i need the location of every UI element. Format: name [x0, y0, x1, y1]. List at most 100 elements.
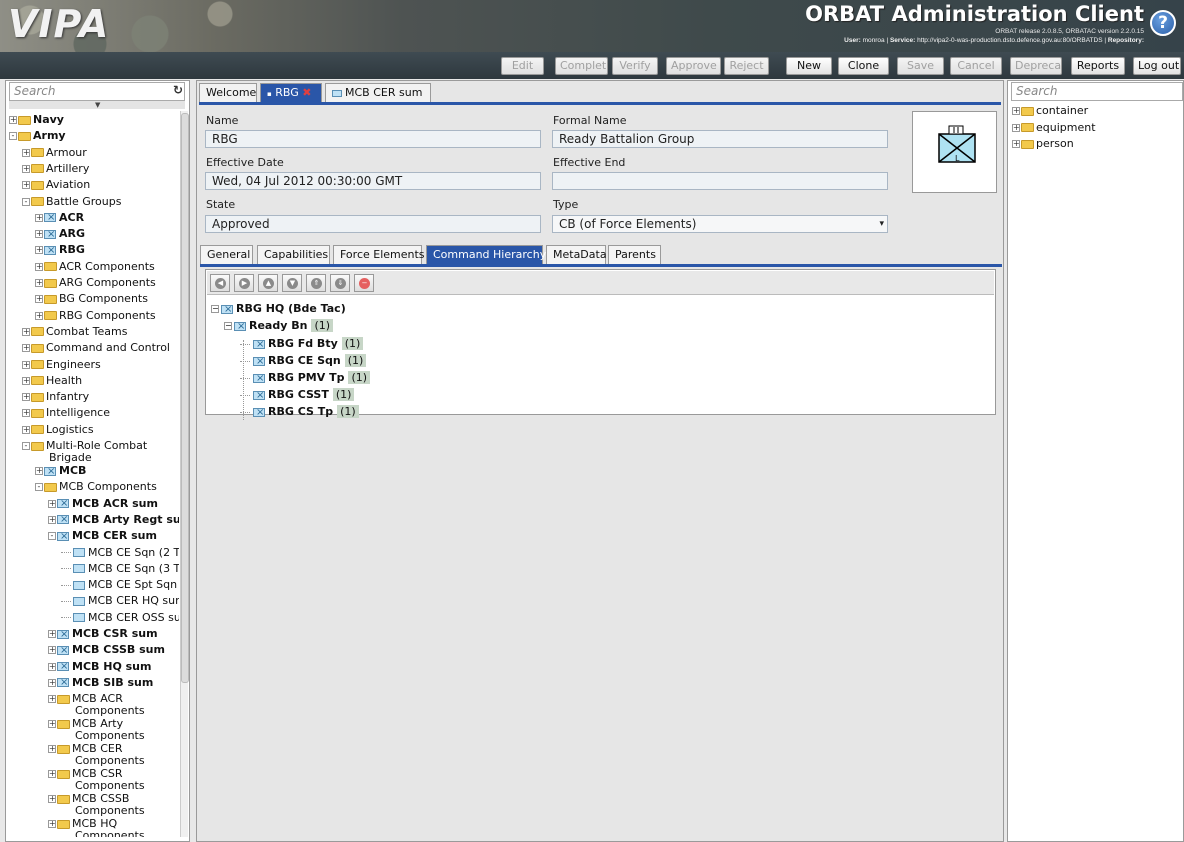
clone-button[interactable]: Clone	[838, 57, 889, 75]
expand-icon[interactable]: +	[22, 409, 30, 418]
tab-force-elements[interactable]: Force Elements	[333, 245, 425, 265]
expand-icon[interactable]: +	[22, 148, 30, 157]
reject-button[interactable]: Reject	[724, 57, 769, 75]
tab-metadata[interactable]: MetaData	[546, 245, 607, 265]
tab-command-hierarchy[interactable]: Command Hierarchy	[426, 245, 546, 265]
new-button[interactable]: New	[786, 57, 832, 75]
tree-node[interactable]: + ACR	[35, 210, 84, 226]
state-field[interactable]: Approved	[205, 215, 541, 233]
tree-node[interactable]: - MCB Components	[35, 479, 157, 495]
collapse-icon[interactable]: -	[9, 132, 17, 141]
expand-icon[interactable]: +	[48, 646, 56, 655]
tree-node[interactable]: + MCB CSSB sum	[48, 642, 165, 659]
expand-icon[interactable]: +	[48, 678, 56, 687]
expand-icon[interactable]: +	[9, 116, 17, 124]
tree-node[interactable]: + RBG Components	[35, 308, 156, 324]
tree-node[interactable]: + Intelligence	[22, 405, 110, 421]
left-scrollbar-thumb[interactable]	[181, 113, 189, 683]
tree-node[interactable]: + Command and Control	[22, 340, 170, 356]
tree-node[interactable]: + Navy	[9, 112, 64, 128]
refresh-icon[interactable]: ↻	[173, 83, 183, 97]
tree-node[interactable]: + Armour	[22, 145, 87, 161]
collapse-icon[interactable]: -	[22, 442, 30, 450]
edit-button[interactable]: Edit	[501, 57, 544, 75]
tree-node[interactable]: + ARG Components	[35, 275, 156, 291]
expand-icon[interactable]: +	[22, 393, 30, 402]
collapse-icon[interactable]: −	[211, 305, 219, 313]
help-icon[interactable]: ?	[1150, 10, 1176, 36]
formal-name-field[interactable]: Ready Battalion Group	[552, 130, 888, 148]
tab-capabilities[interactable]: Capabilities	[257, 245, 330, 265]
expand-icon[interactable]: +	[22, 181, 30, 190]
expand-icon[interactable]: +	[22, 327, 30, 336]
expand-icon[interactable]: +	[22, 164, 30, 173]
tree-node[interactable]: + Combat Teams	[22, 324, 127, 340]
right-search-input[interactable]: Search	[1011, 82, 1183, 101]
expand-icon[interactable]: +	[48, 695, 56, 704]
tree-node[interactable]: + ACR Components	[35, 259, 155, 275]
save-button[interactable]: Save	[897, 57, 944, 75]
library-node[interactable]: + equipment	[1012, 120, 1182, 137]
approve-button[interactable]: Approve	[666, 57, 721, 75]
expand-icon[interactable]: +	[22, 425, 30, 434]
tree-node[interactable]: + Logistics	[22, 422, 94, 438]
hierarchy-node[interactable]: − Ready Bn(1)	[224, 318, 334, 335]
collapse-icon[interactable]: -	[22, 197, 30, 206]
tree-node[interactable]: - MCB CER sum	[48, 528, 157, 545]
tree-node[interactable]: + Health	[22, 373, 82, 389]
library-node[interactable]: + container	[1012, 103, 1182, 120]
hierarchy-node[interactable]: RBG CS Tp(1)	[240, 404, 359, 421]
cancel-button[interactable]: Cancel	[950, 57, 1002, 75]
tree-node[interactable]: + Engineers	[22, 357, 101, 373]
tree-node[interactable]: MCB CE Sqn (2 T	[61, 545, 179, 561]
expand-icon[interactable]: +	[1012, 107, 1020, 115]
expand-icon[interactable]: +	[48, 795, 56, 804]
tree-node[interactable]: MCB CER HQ sun	[61, 593, 179, 609]
tree-node[interactable]: + ARG	[35, 226, 85, 243]
tree-node[interactable]: + MCB	[35, 463, 86, 480]
expand-icon[interactable]: +	[35, 311, 43, 320]
expand-icon[interactable]: +	[35, 295, 43, 304]
library-node[interactable]: + person	[1012, 136, 1182, 153]
move-bottom-button[interactable]: ⇓	[330, 274, 350, 292]
type-select[interactable]: CB (of Force Elements) ▾	[552, 215, 888, 233]
expand-icon[interactable]: +	[48, 720, 56, 729]
expand-icon[interactable]: +	[22, 344, 30, 353]
tab-welcome[interactable]: Welcome	[199, 83, 257, 103]
tree-node[interactable]: - Army	[9, 128, 66, 144]
expand-icon[interactable]: +	[1012, 123, 1020, 132]
expand-icon[interactable]: +	[35, 213, 43, 222]
tree-node[interactable]: + MCB CSR sum	[48, 626, 158, 643]
logout-button[interactable]: Log out	[1133, 57, 1181, 75]
tree-node[interactable]: + Aviation	[22, 177, 90, 193]
tree-node[interactable]: + Artillery	[22, 161, 89, 177]
tree-node[interactable]: + RBG	[35, 242, 85, 259]
expand-icon[interactable]: +	[48, 499, 56, 508]
close-icon[interactable]: ✖	[302, 86, 311, 99]
expand-icon[interactable]: +	[35, 279, 43, 287]
tree-node[interactable]: + BG Components	[35, 291, 148, 307]
expand-icon[interactable]: +	[35, 230, 43, 239]
move-top-button[interactable]: ⇑	[306, 274, 326, 292]
verify-button[interactable]: Verify	[612, 57, 658, 75]
expand-icon[interactable]: +	[22, 376, 30, 385]
expand-icon[interactable]: +	[48, 515, 56, 524]
move-down-button[interactable]: ▼	[282, 274, 302, 292]
collapse-icon[interactable]: -	[35, 483, 43, 492]
tree-node[interactable]: + MCB Arty Regt sum	[48, 512, 179, 528]
tree-node[interactable]: MCB CER OSS su	[61, 610, 179, 626]
expand-icon[interactable]: +	[48, 745, 56, 754]
tree-node[interactable]: + MCB ACR sum	[48, 496, 158, 512]
expand-icon[interactable]: +	[35, 467, 43, 475]
hierarchy-node[interactable]: − RBG HQ (Bde Tac)	[211, 301, 346, 318]
hierarchy-node[interactable]: RBG PMV Tp(1)	[240, 370, 371, 387]
tree-node[interactable]: + MCB SIB sum	[48, 675, 153, 691]
reports-button[interactable]: Reports	[1071, 57, 1125, 75]
tab-mcb-cer-sum[interactable]: MCB CER sum	[325, 83, 431, 103]
expand-icon[interactable]: +	[35, 246, 43, 255]
hierarchy-node[interactable]: RBG CE Sqn(1)	[240, 353, 367, 370]
expand-icon[interactable]: +	[35, 262, 43, 271]
tab-parents[interactable]: Parents	[608, 245, 661, 265]
expand-icon[interactable]: +	[1012, 140, 1020, 148]
tree-node[interactable]: MCB CE Sqn (3 T	[61, 561, 179, 577]
